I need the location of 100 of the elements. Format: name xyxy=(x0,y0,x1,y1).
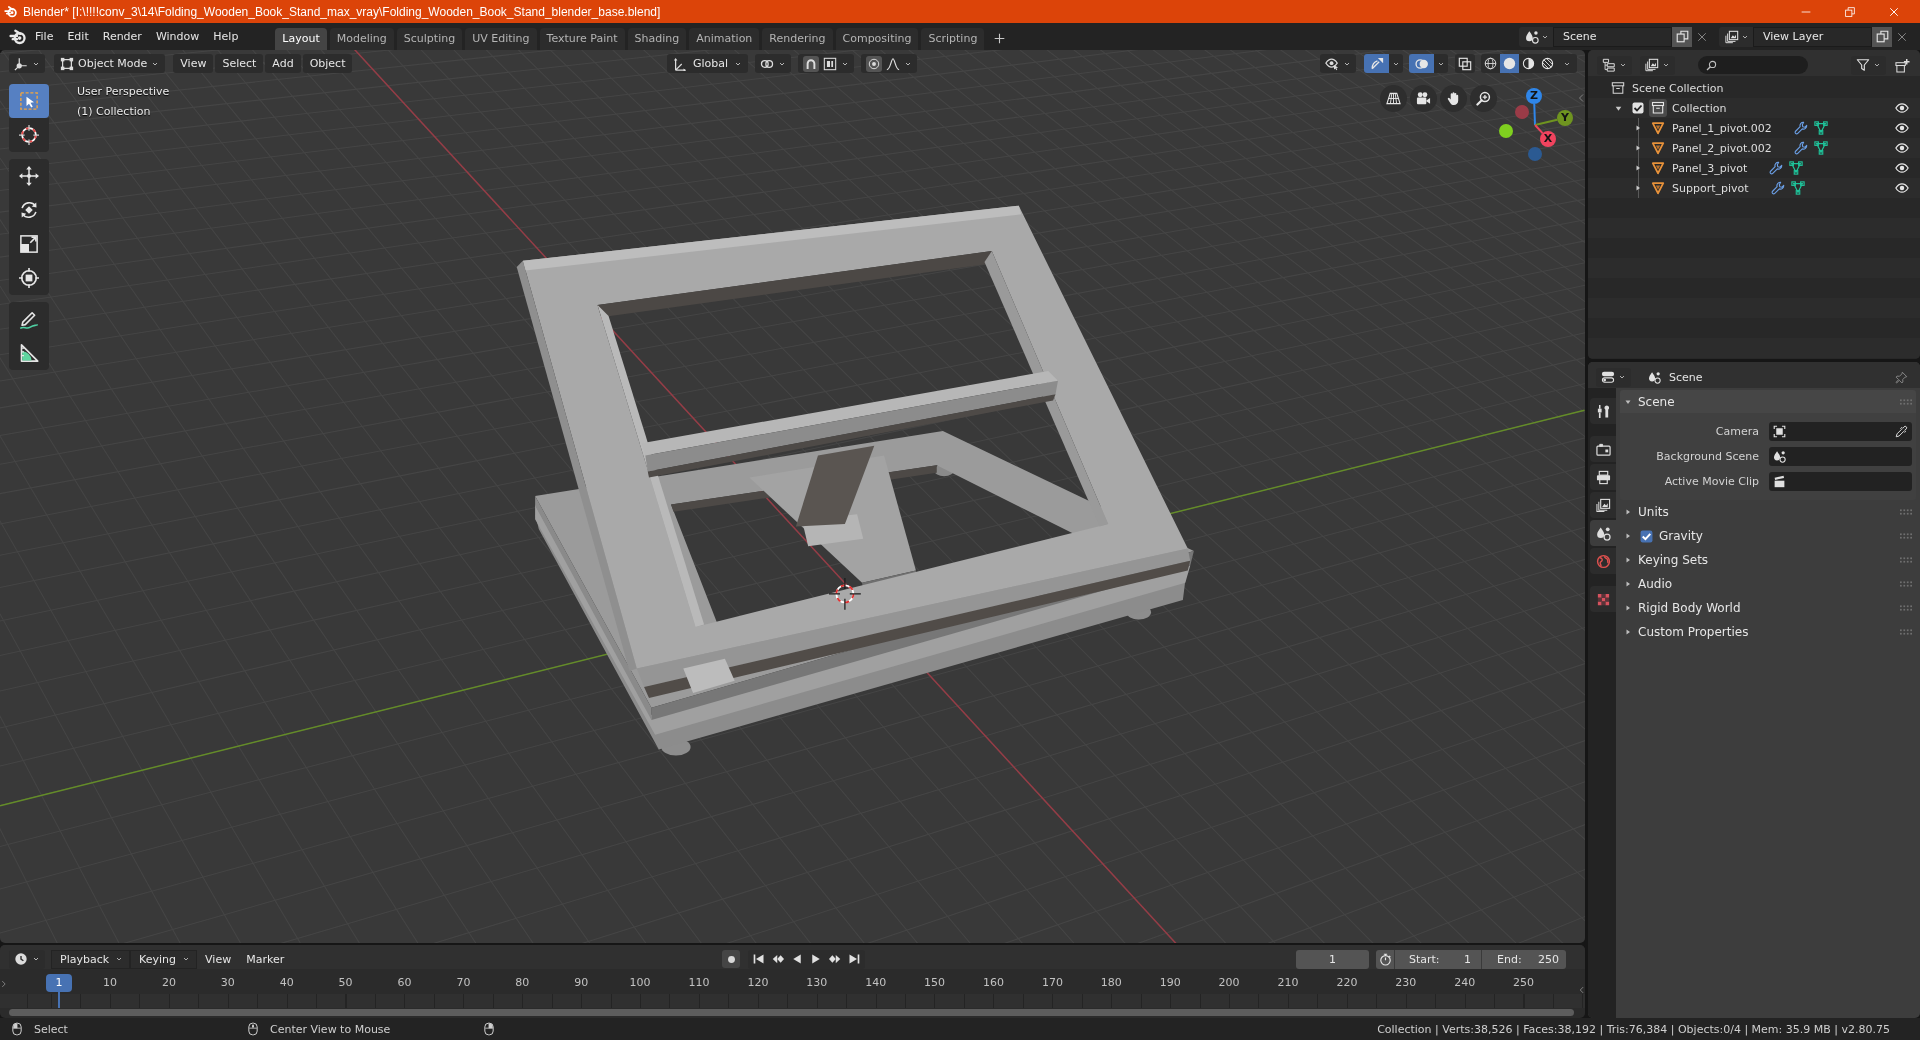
scrollbar[interactable] xyxy=(9,1009,1574,1016)
tool-button[interactable] xyxy=(9,302,49,336)
new-collection-icon[interactable] xyxy=(1895,57,1910,73)
panel-header[interactable]: Scene xyxy=(1620,390,1916,413)
jump-to-start-icon[interactable] xyxy=(753,953,766,965)
gizmo-toggle[interactable] xyxy=(1364,54,1389,73)
disclosure-triangle-icon[interactable] xyxy=(1634,144,1642,152)
panel-header[interactable]: Units xyxy=(1620,500,1916,524)
display-mode-button[interactable] xyxy=(1597,55,1632,75)
mesh-data-icon[interactable] xyxy=(1813,121,1828,135)
snapping-button[interactable] xyxy=(798,54,855,73)
panel-header[interactable]: Custom Properties xyxy=(1620,620,1916,644)
grip-icon[interactable] xyxy=(1900,509,1912,515)
workspace-tab[interactable]: Shading xyxy=(627,28,687,50)
camera-field[interactable] xyxy=(1769,422,1912,441)
eye-icon[interactable] xyxy=(1895,161,1909,175)
tree-item-label[interactable]: Panel_2_pivot.002 xyxy=(1672,141,1772,155)
view-layer-browse-button[interactable] xyxy=(1719,26,1753,47)
eye-icon[interactable] xyxy=(1895,181,1909,195)
workspace-tab[interactable]: Sculpting xyxy=(396,28,463,50)
menu-item[interactable]: Select xyxy=(215,54,264,73)
close-icon[interactable] xyxy=(1889,6,1899,17)
xray-toggle[interactable] xyxy=(1455,54,1475,73)
orientation-dropdown[interactable]: Global xyxy=(667,54,749,73)
checkbox[interactable] xyxy=(1632,102,1644,114)
scene-name-field[interactable]: Scene xyxy=(1553,26,1672,47)
mesh-data-icon[interactable] xyxy=(1790,181,1805,195)
previous-keyframe-icon[interactable] xyxy=(772,953,785,965)
panel-header[interactable]: Keying Sets xyxy=(1620,548,1916,572)
view-layer-filter-button[interactable] xyxy=(1640,55,1675,75)
tree-item-label[interactable]: Collection xyxy=(1672,101,1727,115)
properties-tab[interactable] xyxy=(1590,436,1616,462)
menu-item[interactable]: Render xyxy=(95,26,149,47)
workspace-tab[interactable]: Modeling xyxy=(329,28,394,50)
wrench-icon[interactable] xyxy=(1793,121,1808,135)
start-frame-field[interactable]: Start: 1 xyxy=(1395,949,1482,969)
menu-dropdown[interactable]: Playback xyxy=(51,949,131,969)
new-scene-button[interactable] xyxy=(1672,26,1692,47)
grip-icon[interactable] xyxy=(1900,398,1912,405)
properties-tab[interactable] xyxy=(1590,492,1616,518)
next-keyframe-icon[interactable] xyxy=(829,953,842,965)
perspective-toggle-button[interactable] xyxy=(1380,85,1407,112)
workspace-tab[interactable]: Animation xyxy=(689,28,760,50)
panel-header[interactable]: Audio xyxy=(1620,572,1916,596)
tool-button[interactable] xyxy=(9,118,49,152)
axis-handle[interactable]: X xyxy=(1540,131,1556,147)
grip-icon[interactable] xyxy=(1900,533,1912,539)
workspace-tab[interactable]: UV Editing xyxy=(465,28,537,50)
wrench-icon[interactable] xyxy=(1770,181,1785,195)
blender-logo-icon[interactable] xyxy=(9,28,26,45)
preview-range-button[interactable] xyxy=(1376,949,1395,969)
menu-item[interactable]: Object xyxy=(302,54,353,73)
eye-icon[interactable] xyxy=(1895,121,1909,135)
pin-icon[interactable] xyxy=(1895,370,1908,384)
pivot-point-dropdown[interactable] xyxy=(755,54,792,73)
editor-type-button[interactable] xyxy=(9,949,45,969)
visibility-dropdown[interactable] xyxy=(1320,54,1356,73)
chevron-left-icon[interactable] xyxy=(1579,986,1584,994)
end-frame-field[interactable]: End: 250 xyxy=(1482,949,1566,969)
axis-handle[interactable]: Y xyxy=(1557,110,1573,126)
eyedropper-icon[interactable] xyxy=(1895,425,1908,438)
mode-dropdown[interactable]: Object Mode xyxy=(54,54,166,73)
workspace-tab[interactable]: Texture Paint xyxy=(539,28,625,50)
scene-browse-button[interactable] xyxy=(1519,26,1553,47)
tree-item-label[interactable]: Panel_1_pivot.002 xyxy=(1672,121,1772,135)
panel-header[interactable]: Gravity xyxy=(1620,524,1916,548)
eye-icon[interactable] xyxy=(1895,101,1909,115)
menu-item[interactable]: Marker xyxy=(239,952,292,966)
play-reverse-icon[interactable] xyxy=(791,953,804,965)
tool-button[interactable] xyxy=(9,159,49,193)
workspace-tab[interactable]: Rendering xyxy=(762,28,833,50)
tree-item-label[interactable]: Support_pivot xyxy=(1672,181,1749,195)
negative-axis-handle[interactable] xyxy=(1528,147,1542,161)
plus-icon[interactable] xyxy=(994,33,1006,44)
proportional-editing-button[interactable] xyxy=(861,54,918,73)
grip-icon[interactable] xyxy=(1900,629,1912,635)
eye-icon[interactable] xyxy=(1895,141,1909,155)
menu-item[interactable]: Help xyxy=(206,26,246,47)
panel-header[interactable]: Rigid Body World xyxy=(1620,596,1916,620)
editor-type-button[interactable] xyxy=(1596,367,1631,387)
workspace-tab[interactable]: Scripting xyxy=(921,28,985,50)
disclosure-triangle-icon[interactable] xyxy=(1634,164,1642,172)
chevron-right-icon[interactable] xyxy=(1,980,6,988)
tool-button[interactable] xyxy=(9,336,49,370)
properties-tab[interactable] xyxy=(1590,398,1616,424)
properties-tab[interactable] xyxy=(1590,464,1616,490)
tree-item-label[interactable]: Panel_3_pivot xyxy=(1672,161,1748,175)
movie-clip-field[interactable] xyxy=(1769,472,1912,491)
menu-item[interactable]: Window xyxy=(148,26,207,47)
shading-mode-button[interactable] xyxy=(1481,54,1500,73)
zoom-view-button[interactable] xyxy=(1470,85,1497,112)
3d-viewport[interactable]: Object Mode View Select Add Object Global User Perspective (1) Collection Z Y X xyxy=(0,50,1585,943)
checkbox[interactable] xyxy=(1640,529,1653,543)
wrench-icon[interactable] xyxy=(1769,161,1784,175)
record-button[interactable] xyxy=(722,950,741,968)
negative-axis-handle[interactable] xyxy=(1499,124,1513,138)
menu-item[interactable]: View xyxy=(173,54,214,73)
workspace-tab[interactable]: Compositing xyxy=(835,28,919,50)
shading-mode-button[interactable] xyxy=(1519,54,1538,73)
jump-to-end-icon[interactable] xyxy=(848,953,861,965)
